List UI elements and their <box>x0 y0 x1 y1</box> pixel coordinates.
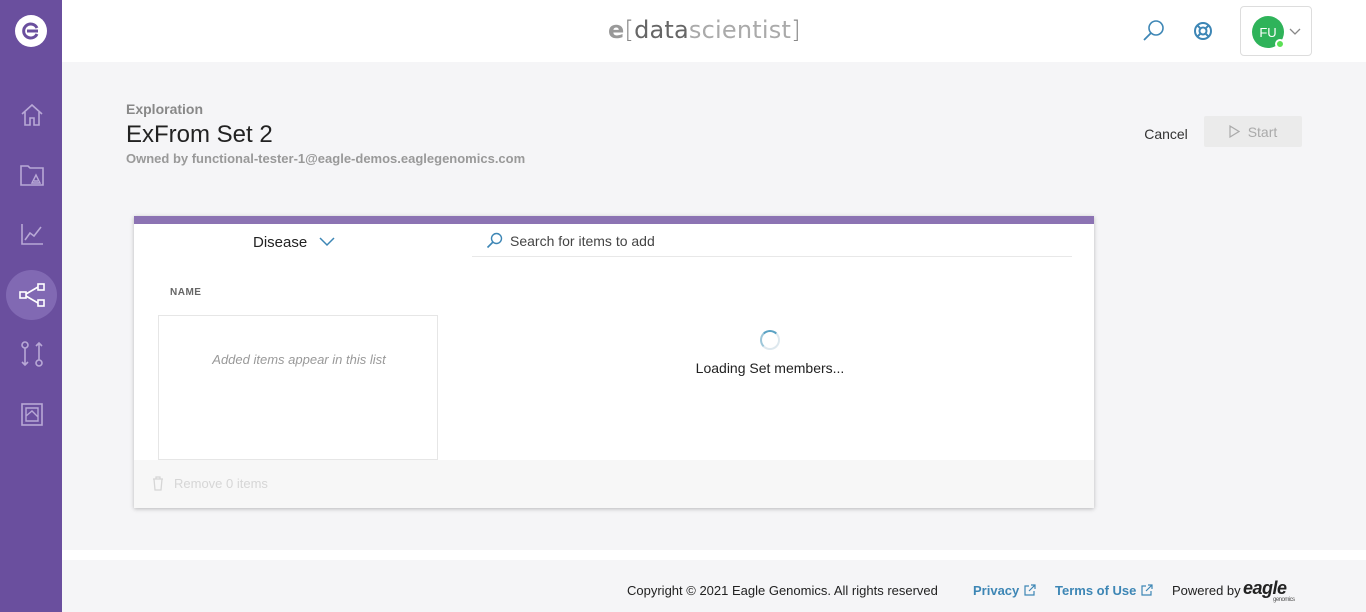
brand-data: data <box>634 16 689 44</box>
brand-bracket-open: [ <box>624 16 635 44</box>
trash-icon <box>153 476 163 491</box>
page-title: ExFrom Set 2 <box>126 121 273 148</box>
set-editor-card: Disease NAME Added items appear in this … <box>134 216 1094 508</box>
lifebuoy-icon <box>1194 22 1212 40</box>
name-column-header[interactable]: NAME <box>170 287 201 298</box>
brand-e: e <box>608 16 625 44</box>
sidebar-item-home[interactable] <box>6 90 57 140</box>
sidebar-item-charts[interactable] <box>6 209 57 259</box>
help-button[interactable] <box>1191 19 1215 43</box>
copyright-text: Copyright © 2021 Eagle Genomics. All rig… <box>627 583 938 598</box>
powered-by-text: Powered by <box>1172 583 1241 598</box>
play-icon <box>1229 125 1240 138</box>
external-link-icon <box>1141 584 1154 596</box>
item-search-input[interactable] <box>510 230 1050 252</box>
sidebar-item-gallery[interactable] <box>6 389 57 439</box>
terms-link[interactable]: Terms of Use <box>1055 583 1154 598</box>
cancel-button[interactable]: Cancel <box>1140 122 1192 146</box>
empty-list-message: Added items appear in this list <box>212 352 386 367</box>
global-search-button[interactable] <box>1142 19 1166 43</box>
exploration-icon <box>18 283 45 307</box>
brand-bracket-close: ] <box>791 16 801 44</box>
sidebar-item-exploration[interactable] <box>6 270 57 320</box>
privacy-link[interactable]: Privacy <box>973 583 1036 598</box>
search-icon <box>1143 20 1164 41</box>
eagle-logo-text: eagle <box>1243 578 1287 598</box>
sidebar-item-catalogue[interactable] <box>6 150 57 200</box>
sidebar <box>0 0 62 612</box>
gallery-icon <box>20 403 43 426</box>
privacy-link-label: Privacy <box>973 583 1020 598</box>
top-bar: e[datascientist] FU <box>62 0 1366 62</box>
loading-spinner <box>760 330 780 350</box>
terms-link-label: Terms of Use <box>1055 583 1137 598</box>
chevron-down-icon <box>319 237 335 247</box>
start-button-label: Start <box>1247 123 1278 140</box>
catalogue-icon <box>19 165 44 186</box>
app-logo[interactable] <box>15 15 47 47</box>
user-menu[interactable]: FU <box>1240 6 1312 56</box>
app-brand: e[datascientist] <box>608 16 801 44</box>
sidebar-item-workflows[interactable] <box>6 329 57 379</box>
brand-scientist: scientist <box>688 16 792 44</box>
item-search <box>472 228 1072 257</box>
external-link-icon <box>1024 584 1036 596</box>
entity-type-value: Disease <box>253 233 308 251</box>
home-icon <box>20 103 43 126</box>
remove-items-button[interactable]: Remove 0 items <box>152 476 268 491</box>
page-footer: Copyright © 2021 Eagle Genomics. All rig… <box>62 550 1366 612</box>
chevron-down-icon <box>1289 28 1301 35</box>
owner-text: Owned by functional-tester-1@eagle-demos… <box>126 151 526 166</box>
card-footer: Remove 0 items <box>134 460 1094 508</box>
search-icon <box>486 232 503 249</box>
remove-items-label: Remove 0 items <box>174 476 268 491</box>
entity-type-select[interactable]: Disease <box>253 232 335 252</box>
workflow-icon <box>20 341 43 367</box>
added-items-list: Added items appear in this list <box>158 315 438 460</box>
app-logo-icon <box>22 22 39 40</box>
eagle-genomics-logo: eagle genomics <box>1243 578 1295 603</box>
loading-message: Loading Set members... <box>695 360 845 376</box>
card-accent-bar <box>134 216 1094 224</box>
online-status-dot <box>1275 39 1285 49</box>
chart-icon <box>20 224 43 245</box>
eagle-logo-subtext: genomics <box>1273 597 1295 603</box>
start-button[interactable]: Start <box>1204 116 1302 147</box>
breadcrumb[interactable]: Exploration <box>126 101 203 117</box>
